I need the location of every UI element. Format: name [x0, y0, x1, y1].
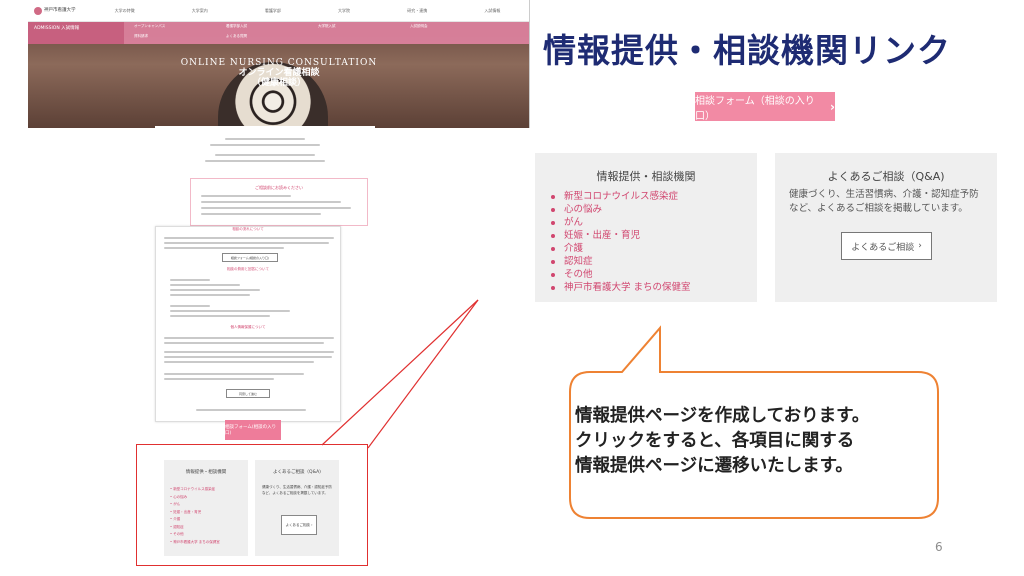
qa-card: よくあるご相談（Q&A) 健康づくり、生活習慣病、介護・認知症予防など、よくある…: [775, 153, 997, 302]
leader-line: [321, 299, 479, 446]
callout-line: 情報提供ページに遷移いたします。: [575, 456, 853, 476]
callout-line: 情報提供ページを作成しております。: [575, 406, 870, 426]
bullet-icon: [551, 194, 555, 199]
bullet-icon: [551, 233, 555, 238]
info-link-item[interactable]: 心の悩み: [551, 203, 691, 216]
info-link-item[interactable]: 神戸市看護大学 まちの保健室: [551, 281, 691, 294]
qa-card-title: よくあるご相談（Q&A): [827, 170, 945, 183]
qa-button-label: よくあるご相談: [851, 242, 915, 253]
info-link-label: 新型コロナウイルス感染症: [564, 191, 679, 202]
info-link-label: 妊娠・出産・育児: [564, 230, 641, 241]
bullet-icon: [551, 272, 555, 277]
info-link-label: がん: [564, 217, 584, 228]
bullet-icon: [551, 246, 555, 251]
info-links-list: 新型コロナウイルス感染症 心の悩み がん 妊娠・出産・育児 介護 認知症 その他…: [551, 190, 691, 294]
info-link-label: その他: [564, 269, 593, 280]
qa-button[interactable]: よくあるご相談 ›: [841, 232, 932, 260]
info-link-item[interactable]: がん: [551, 216, 691, 229]
bullet-icon: [551, 220, 555, 225]
bullet-icon: [551, 207, 555, 212]
slide-heading: 情報提供・相談機関リンク: [543, 31, 951, 70]
info-link-item[interactable]: 介護: [551, 242, 691, 255]
qa-card-description: 健康づくり、生活習慣病、介護・認知症予防など、よくあるご相談を掲載しています。: [789, 189, 979, 214]
consult-form-button[interactable]: 相談フォーム（相談の入り口） ›: [695, 92, 835, 122]
info-links-card: 情報提供・相談機関 新型コロナウイルス感染症 心の悩み がん 妊娠・出産・育児 …: [535, 153, 757, 302]
info-link-item[interactable]: 認知症: [551, 255, 691, 268]
info-link-label: 認知症: [564, 256, 593, 267]
callout-text: 情報提供ページを作成しております。 クリックをすると、各項目に関する 情報提供ペ…: [575, 404, 869, 479]
leader-line: [367, 299, 479, 449]
info-link-label: 心の悩み: [564, 204, 603, 215]
info-link-label: 介護: [564, 243, 584, 254]
consult-form-button-label: 相談フォーム（相談の入り口）: [695, 95, 815, 122]
chevron-right-icon: ›: [918, 241, 922, 251]
callout-line: クリックをすると、各項目に関する: [575, 431, 855, 451]
bullet-icon: [551, 285, 555, 290]
info-link-label: 神戸市看護大学 まちの保健室: [564, 282, 691, 293]
chevron-right-icon: ›: [830, 99, 835, 114]
info-link-item[interactable]: その他: [551, 268, 691, 281]
bullet-icon: [551, 259, 555, 264]
info-link-item[interactable]: 新型コロナウイルス感染症: [551, 190, 691, 203]
info-link-item[interactable]: 妊娠・出産・育児: [551, 229, 691, 242]
info-links-card-title: 情報提供・相談機関: [596, 170, 696, 183]
page-number: 6: [935, 540, 943, 554]
